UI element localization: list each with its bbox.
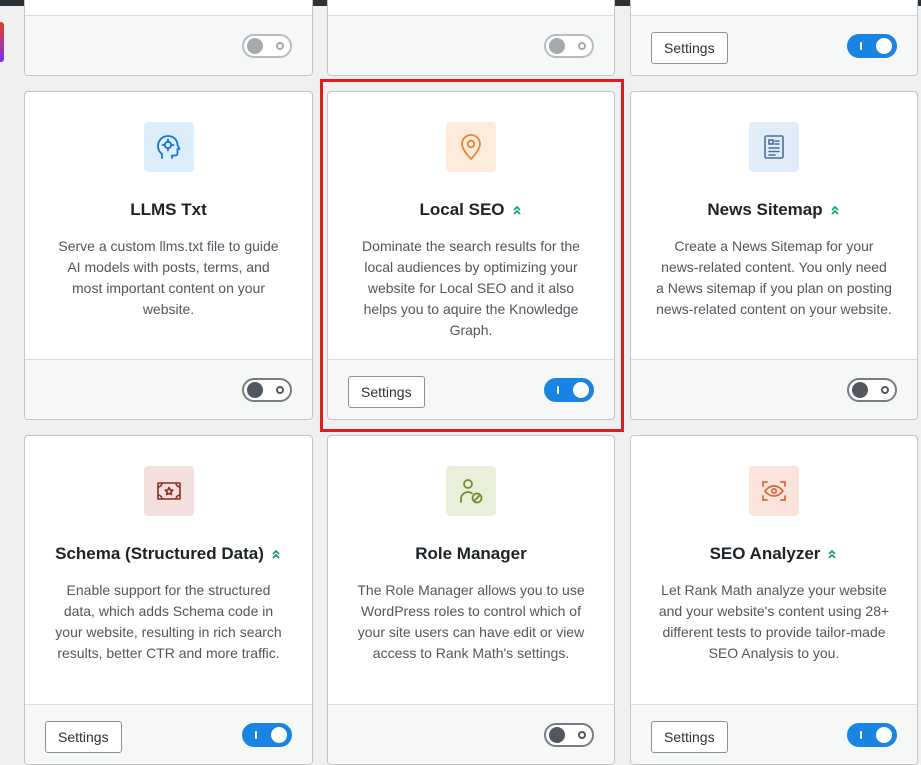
module-card-schema: Schema (Structured Data) Enable support … (24, 435, 313, 765)
ai-head-icon (143, 122, 194, 172)
module-title: LLMS Txt (130, 200, 207, 219)
card-footer (328, 15, 614, 75)
pro-chevron-icon (270, 548, 282, 560)
settings-button[interactable]: Settings (348, 376, 425, 408)
module-toggle[interactable] (242, 34, 292, 58)
module-description: Dominate the search results for the loca… (362, 238, 580, 338)
module-title: Role Manager (415, 544, 527, 563)
module-card-role-manager: Role Manager The Role Manager allows you… (327, 435, 615, 765)
module-description: Create a News Sitemap for your news-rela… (656, 238, 892, 317)
sidebar-accent (0, 22, 4, 62)
module-description: Let Rank Math analyze your website and y… (658, 582, 890, 661)
module-description: Enable support for the structured data, … (55, 582, 282, 661)
module-title: Schema (Structured Data) (25, 544, 312, 564)
card-footer (631, 359, 917, 419)
module-toggle[interactable] (847, 378, 897, 402)
pro-chevron-icon (826, 548, 838, 560)
module-card-llms-txt: LLMS Txt Serve a custom llms.txt file to… (24, 91, 313, 420)
module-toggle[interactable] (847, 723, 897, 747)
module-card-partial-2 (327, 0, 615, 76)
module-description: Serve a custom llms.txt file to guide AI… (58, 238, 279, 317)
module-toggle[interactable] (544, 378, 594, 402)
user-block-icon (446, 466, 496, 516)
module-card-local-seo: Local SEO Dominate the search results fo… (327, 91, 615, 420)
module-toggle[interactable] (242, 378, 292, 402)
module-toggle[interactable] (847, 34, 897, 58)
pro-chevron-icon (829, 204, 841, 216)
module-card-seo-analyzer: SEO Analyzer Let Rank Math analyze your … (630, 435, 918, 765)
eye-scan-icon (749, 466, 799, 516)
module-description: The Role Manager allows you to use WordP… (357, 582, 585, 661)
module-title: News Sitemap (631, 200, 917, 220)
card-footer (25, 359, 312, 419)
module-toggle[interactable] (544, 723, 594, 747)
module-toggle[interactable] (242, 723, 292, 747)
module-card-news-sitemap: News Sitemap Create a News Sitemap for y… (630, 91, 918, 420)
settings-button[interactable]: Settings (651, 721, 728, 753)
card-footer (25, 15, 312, 75)
card-footer: Settings (631, 15, 917, 75)
module-toggle[interactable] (544, 34, 594, 58)
location-pin-icon (446, 122, 496, 172)
card-footer (328, 704, 614, 764)
settings-button[interactable]: Settings (651, 32, 728, 64)
pro-chevron-icon (511, 204, 523, 216)
certificate-icon (143, 466, 194, 516)
module-card-partial-3: Settings (630, 0, 918, 76)
module-title: Local SEO (328, 200, 614, 220)
newspaper-icon (749, 122, 799, 172)
card-footer: Settings (631, 704, 917, 764)
card-footer: Settings (25, 704, 312, 764)
card-footer: Settings (328, 359, 614, 419)
module-title: SEO Analyzer (631, 544, 917, 564)
settings-button[interactable]: Settings (45, 721, 122, 753)
module-card-partial-1 (24, 0, 313, 76)
